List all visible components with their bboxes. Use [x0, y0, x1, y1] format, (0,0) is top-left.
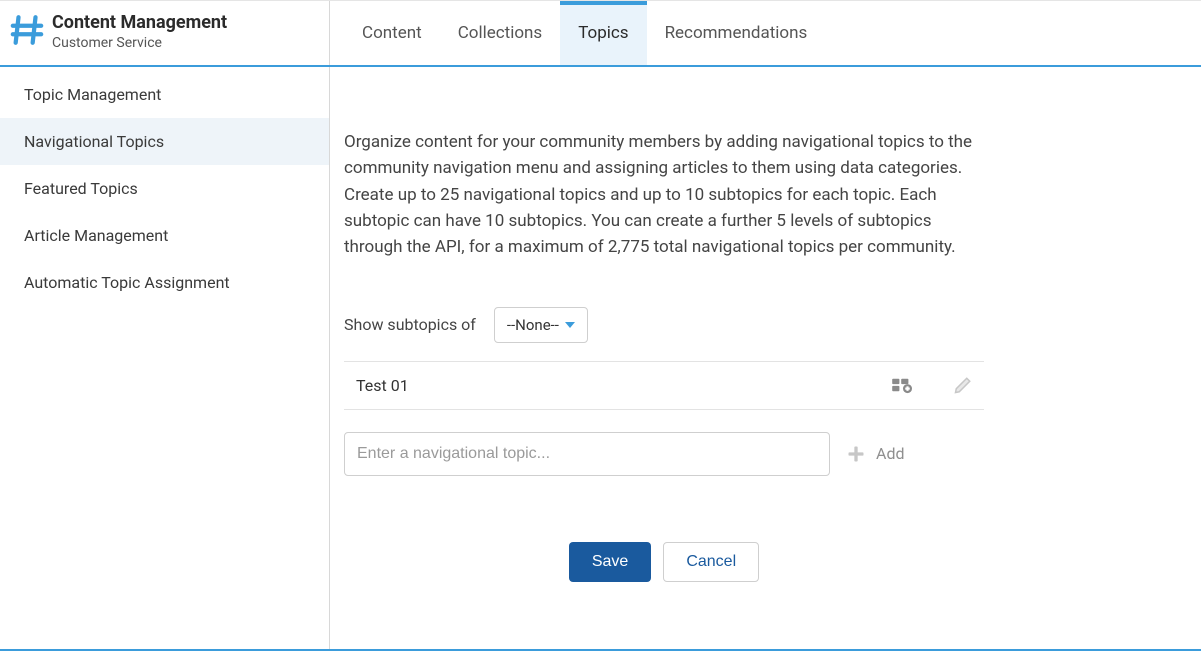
edit-icon[interactable] [954, 376, 972, 394]
side-nav: Topic Management Navigational Topics Fea… [0, 65, 329, 306]
subtopics-selected-value: --None-- [507, 316, 559, 334]
sidebar-header: Content Management Customer Service [0, 1, 329, 65]
description-p1: Organize content for your community memb… [344, 129, 974, 182]
content-area: Organize content for your community memb… [330, 65, 1201, 602]
subtopics-select[interactable]: --None-- [494, 307, 588, 343]
description-p2: Create up to 25 navigational topics and … [344, 182, 974, 261]
sidebar-item-featured-topics[interactable]: Featured Topics [0, 165, 329, 212]
tab-recommendations[interactable]: Recommendations [647, 1, 826, 65]
add-topic-button[interactable]: Add [846, 444, 904, 464]
topic-actions [892, 376, 978, 394]
sidebar-header-text: Content Management Customer Service [52, 11, 227, 54]
description: Organize content for your community memb… [344, 129, 974, 261]
topic-name: Test 01 [356, 376, 892, 395]
button-row: Save Cancel [344, 542, 984, 582]
add-label: Add [876, 444, 904, 463]
sidebar-item-navigational-topics[interactable]: Navigational Topics [0, 118, 329, 165]
sidebar-item-automatic-topic-assignment[interactable]: Automatic Topic Assignment [0, 259, 329, 306]
hash-icon [10, 13, 44, 47]
assign-data-category-icon[interactable] [892, 376, 914, 394]
tab-collections[interactable]: Collections [440, 1, 561, 65]
topic-list: Test 01 [344, 361, 984, 410]
app-root: Content Management Customer Service Topi… [0, 0, 1201, 651]
tab-topics[interactable]: Topics [560, 1, 646, 65]
tab-content[interactable]: Content [344, 1, 440, 65]
subtopics-label: Show subtopics of [344, 315, 476, 334]
main: Content Collections Topics Recommendatio… [330, 1, 1201, 649]
page-title: Content Management [52, 11, 227, 34]
sidebar-item-article-management[interactable]: Article Management [0, 212, 329, 259]
sidebar: Content Management Customer Service Topi… [0, 1, 330, 649]
sidebar-item-topic-management[interactable]: Topic Management [0, 71, 329, 118]
subtopics-row: Show subtopics of --None-- [344, 307, 984, 343]
add-topic-row: Add [344, 432, 984, 476]
new-topic-input[interactable] [344, 432, 830, 476]
plus-icon [846, 444, 866, 464]
caret-down-icon [565, 322, 575, 328]
save-button[interactable]: Save [569, 542, 651, 582]
cancel-button[interactable]: Cancel [663, 542, 759, 582]
top-tabs: Content Collections Topics Recommendatio… [330, 1, 1201, 65]
topic-row: Test 01 [344, 362, 984, 410]
page-subtitle: Customer Service [52, 34, 227, 54]
